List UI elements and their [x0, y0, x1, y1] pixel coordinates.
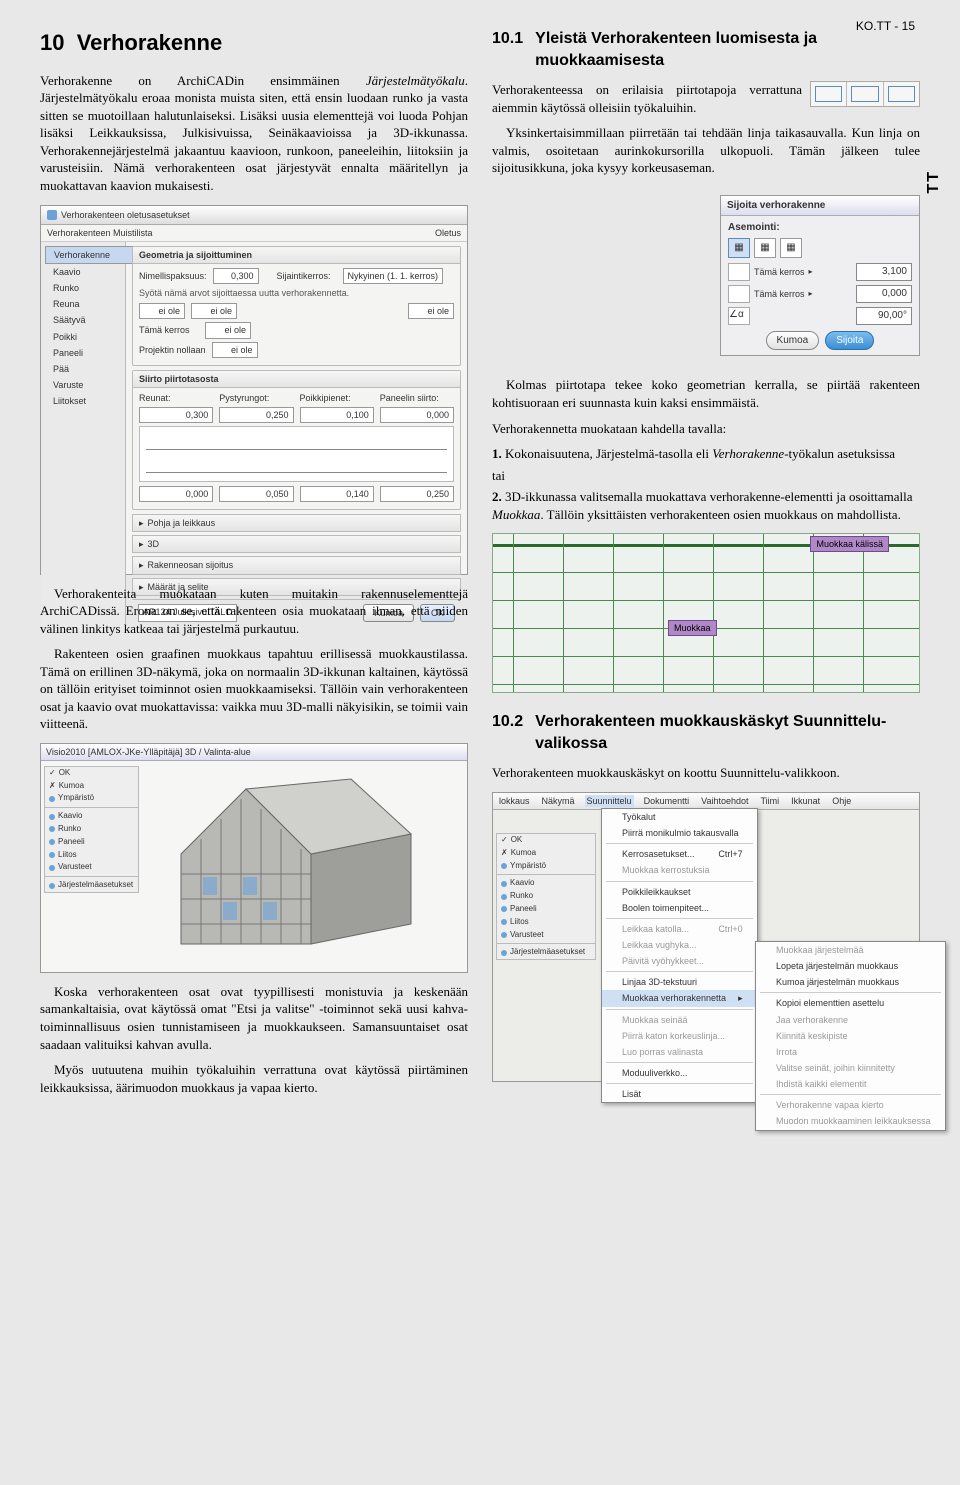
- body-paragraph: Yksinkertaisimmillaan piirretään tai teh…: [492, 124, 920, 177]
- section-heading: 10.2 Verhorakenteen muokkauskäskyt Suunn…: [492, 711, 920, 754]
- chapter-number: 10: [40, 30, 64, 55]
- 3d-edit-screenshot: Visio2010 [AMLOX-JKe-Ylläpitäjä] 3D / Va…: [40, 743, 468, 973]
- side-tab: TT: [923, 170, 945, 194]
- grid-icon: ▦: [780, 238, 802, 258]
- menu-screenshot: lokkaus Näkymä Suunnittelu Dokumentti Va…: [492, 792, 920, 1082]
- design-menu: TyökalutPiirrä monikulmio takausvallaKer…: [601, 808, 758, 1103]
- chapter-title: Verhorakenne: [77, 30, 223, 55]
- chapter-heading: 10 Verhorakenne: [40, 28, 468, 58]
- cw-submenu: Muokkaa järjestelmääLopeta järjestelmän …: [755, 941, 946, 1131]
- app-icon: [47, 210, 57, 220]
- building-3d-icon: [151, 774, 431, 954]
- settings-dialog-screenshot: Verhorakenteen oletusasetukset Verhorake…: [40, 205, 468, 575]
- body-paragraph: Koska verhorakenteen osat ovat tyypillis…: [40, 983, 468, 1053]
- body-paragraph: Myös uutuutena muihin työkaluihin verrat…: [40, 1061, 468, 1096]
- grid-edit-screenshot: Muokkaa kälissä Muokkaa: [492, 533, 920, 693]
- side-palette: ✓ OK ✗ Kumoa Ympäristö Kaavio Runko Pane…: [496, 833, 596, 960]
- grid-icon: [728, 263, 750, 281]
- cancel-button: Kumoa: [766, 331, 820, 351]
- grid-icon: ▦: [728, 238, 750, 258]
- list-divider: tai: [492, 467, 920, 485]
- section-heading: 10.1 Yleistä Verhorakenteen luomisesta j…: [492, 28, 920, 71]
- dialog-titlebar: Verhorakenteen oletusasetukset: [41, 206, 467, 225]
- body-paragraph: Kolmas piirtotapa tekee koko geometrian …: [492, 376, 920, 411]
- intro-paragraph: Verhorakenne on ArchiCADin ensimmäinen J…: [40, 72, 468, 195]
- body-paragraph: Verhorakenteen muokkauskäskyt on koottu …: [492, 764, 920, 782]
- place-cw-dialog-screenshot: Sijoita verhorakenne Asemointi: ▦▦▦ Tämä…: [720, 195, 920, 357]
- list-item: 1. Kokonaisuutena, Järjestelmä-tasolla e…: [492, 445, 920, 463]
- list-item: 2. 3D-ikkunassa valitsemalla muokattava …: [492, 488, 920, 523]
- preview-diagram: [139, 426, 454, 482]
- grid-icon: [728, 285, 750, 303]
- body-paragraph: Rakenteen osien graafinen muokkaus tapah…: [40, 645, 468, 733]
- place-button: Sijoita: [825, 331, 874, 351]
- dialog-side-tree: Verhorakenne Kaavio Runko Reuna Säätyvä …: [41, 242, 126, 630]
- grid-icon: ▦: [754, 238, 776, 258]
- page-code: KO.TT - 15: [856, 18, 915, 34]
- body-paragraph: Verhorakennetta muokataan kahdella taval…: [492, 420, 920, 438]
- drawing-mode-icons: [810, 81, 920, 107]
- 3d-side-palette: ✓ OK ✗ Kumoa Ympäristö Kaavio Runko Pane…: [44, 766, 139, 893]
- angle-icon: ∠α: [728, 307, 750, 325]
